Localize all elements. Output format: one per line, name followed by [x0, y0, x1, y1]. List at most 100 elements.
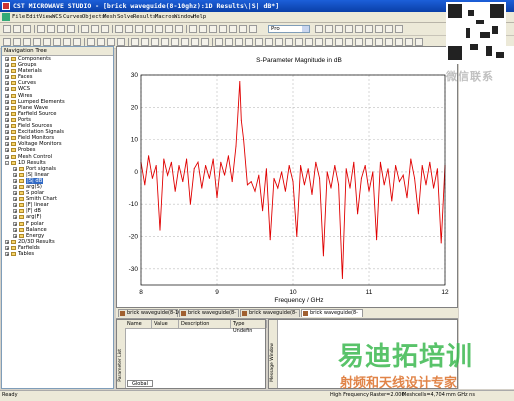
column-header-type[interactable]: Type	[231, 320, 267, 328]
expand-icon[interactable]: +	[13, 191, 17, 196]
expand-icon[interactable]: +	[5, 252, 9, 257]
extrude-icon[interactable]	[63, 38, 71, 46]
expand-icon[interactable]: +	[5, 117, 9, 122]
menu-file[interactable]: File	[12, 12, 25, 22]
macro-icon[interactable]	[385, 25, 393, 33]
chevron-down-icon[interactable]	[302, 26, 309, 32]
document-icon[interactable]	[2, 13, 10, 21]
expand-icon[interactable]: +	[5, 63, 9, 68]
expand-icon[interactable]: +	[13, 233, 17, 238]
help-icon[interactable]	[101, 25, 109, 33]
tab-document-2[interactable]: brick waveguide(8-	[179, 309, 239, 317]
s-parameter-chart[interactable]: S-Parameter Magnitude in dB 8 9 10 11 12 30 20…	[117, 47, 457, 307]
expand-icon[interactable]: +	[5, 99, 9, 104]
tree-item[interactable]: + Tables	[2, 251, 113, 257]
expand-icon[interactable]: +	[5, 130, 9, 135]
snap-icon[interactable]	[335, 25, 343, 33]
copy-icon[interactable]	[57, 25, 65, 33]
expand-icon[interactable]: +	[13, 227, 17, 232]
expand-icon[interactable]: +	[5, 124, 9, 129]
text-icon[interactable]	[395, 38, 403, 46]
save-icon[interactable]	[23, 25, 31, 33]
circle-icon[interactable]	[335, 38, 343, 46]
menu-window[interactable]: Window	[174, 12, 194, 22]
solver-icon[interactable]	[355, 25, 363, 33]
align-icon[interactable]	[161, 38, 169, 46]
selector-dropdown[interactable]: Pro	[268, 25, 310, 33]
elliptic-cylinder-icon[interactable]	[53, 38, 61, 46]
expand-icon[interactable]: +	[5, 245, 9, 250]
mirror-icon[interactable]	[181, 38, 189, 46]
cell-type[interactable]: Undefin	[233, 328, 252, 335]
measure-icon[interactable]	[345, 25, 353, 33]
shell-icon[interactable]	[151, 38, 159, 46]
expand-icon[interactable]: +	[5, 81, 9, 86]
start-solver-icon[interactable]	[305, 38, 313, 46]
spline-icon[interactable]	[355, 38, 363, 46]
expand-icon[interactable]: +	[5, 136, 9, 141]
menu-objects[interactable]: Objects	[82, 12, 105, 22]
zoom-icon[interactable]	[165, 25, 173, 33]
new-icon[interactable]	[3, 25, 11, 33]
menu-curves[interactable]: Curves	[63, 12, 83, 22]
scale-icon[interactable]	[191, 38, 199, 46]
arc-icon[interactable]	[345, 38, 353, 46]
transform-icon[interactable]	[171, 38, 179, 46]
select-icon[interactable]	[115, 25, 123, 33]
chamfer-icon[interactable]	[141, 38, 149, 46]
expand-icon[interactable]: +	[5, 93, 9, 98]
menu-wcs[interactable]: WCS	[52, 12, 62, 22]
mesh-icon[interactable]	[365, 25, 373, 33]
view-front-icon[interactable]	[209, 25, 217, 33]
column-header-name[interactable]: Name	[125, 320, 152, 328]
boolean-intersect-icon[interactable]	[107, 38, 115, 46]
expand-icon[interactable]: +	[5, 111, 9, 116]
curve-icon[interactable]	[315, 38, 323, 46]
blend-icon[interactable]	[131, 38, 139, 46]
expand-icon[interactable]: +	[13, 197, 17, 202]
boolean-add-icon[interactable]	[87, 38, 95, 46]
open-icon[interactable]	[13, 25, 21, 33]
menu-view[interactable]: View	[39, 12, 52, 22]
window-icon[interactable]	[395, 25, 403, 33]
pick-face-icon[interactable]	[145, 25, 153, 33]
pick-point-icon[interactable]	[125, 25, 133, 33]
pick-list-icon[interactable]	[405, 38, 413, 46]
expand-icon[interactable]: +	[13, 209, 17, 214]
loft-icon[interactable]	[375, 38, 383, 46]
monitor-icon[interactable]	[265, 38, 273, 46]
menu-solve[interactable]: Solve	[117, 12, 134, 22]
fit-icon[interactable]	[175, 25, 183, 33]
tab-document-3[interactable]: brick waveguide(8-	[240, 309, 300, 317]
torus-icon[interactable]	[33, 38, 41, 46]
menu-results[interactable]: Results	[133, 12, 156, 22]
tab-document-1[interactable]: brick waveguide(8-10gh	[118, 309, 188, 317]
expand-icon[interactable]: +	[5, 142, 9, 147]
undo-icon[interactable]	[81, 25, 89, 33]
column-header-value[interactable]: Value	[152, 320, 179, 328]
wireframe-icon[interactable]	[249, 25, 257, 33]
menu-mesh[interactable]: Mesh	[103, 12, 116, 22]
add-icon[interactable]	[155, 25, 163, 33]
wcs-move-icon[interactable]	[235, 38, 243, 46]
wcs-rotate-icon[interactable]	[245, 38, 253, 46]
cut-icon[interactable]	[47, 25, 55, 33]
expand-icon[interactable]: +	[13, 172, 17, 177]
column-header-description[interactable]: Description	[179, 320, 231, 328]
expand-icon[interactable]: +	[13, 203, 17, 208]
expand-icon[interactable]: +	[5, 105, 9, 110]
cylinder-icon[interactable]	[43, 38, 51, 46]
print-icon[interactable]	[37, 25, 45, 33]
expand-icon[interactable]: +	[13, 215, 17, 220]
clear-picks-icon[interactable]	[415, 38, 423, 46]
menu-macros[interactable]: Macros	[155, 12, 175, 22]
table-row[interactable]: Undefin	[125, 328, 265, 335]
port-icon[interactable]	[255, 38, 263, 46]
expand-icon[interactable]: +	[5, 154, 9, 159]
tab-global[interactable]: Global	[127, 380, 153, 387]
cone-icon[interactable]	[23, 38, 31, 46]
expand-icon[interactable]: +	[13, 184, 17, 189]
expand-icon[interactable]: +	[5, 57, 9, 62]
view-top-icon[interactable]	[229, 25, 237, 33]
pick-edge-icon[interactable]	[135, 25, 143, 33]
